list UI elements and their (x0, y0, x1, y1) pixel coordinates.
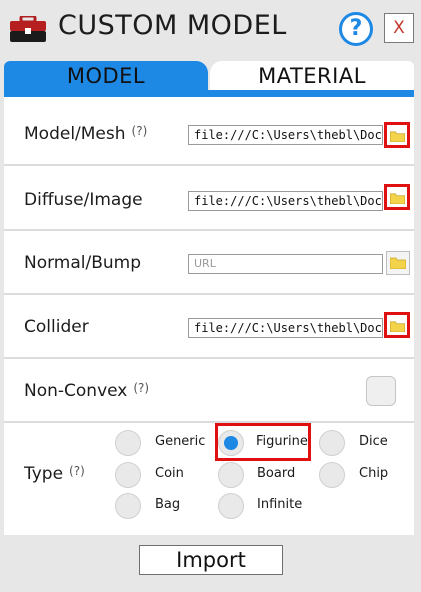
row-diffuse-image: Diffuse/Image file:///C:\Users\thebl\Doc… (4, 166, 414, 231)
tab-model[interactable]: MODEL (4, 61, 208, 91)
type-option-coin-label[interactable]: Coin (155, 466, 184, 481)
normal-bump-label: Normal/Bump (24, 253, 142, 273)
non-convex-label-text: Non-Convex (24, 381, 128, 401)
type-hint[interactable]: (?) (69, 464, 85, 478)
diffuse-image-browse-button[interactable] (384, 184, 410, 210)
type-option-generic-label[interactable]: Generic (155, 434, 205, 449)
row-non-convex: Non-Convex (?) (4, 359, 414, 423)
diffuse-image-label: Diffuse/Image (24, 190, 143, 210)
type-radio-generic[interactable] (115, 430, 141, 456)
row-normal-bump: Normal/Bump URL (4, 231, 414, 295)
model-mesh-url-input[interactable]: file:///C:\Users\thebl\Docum (188, 125, 383, 145)
type-radio-infinite[interactable] (218, 493, 244, 519)
model-mesh-label: Model/Mesh (?) (24, 124, 147, 144)
type-option-board-label[interactable]: Board (257, 466, 295, 481)
collider-url-input[interactable]: file:///C:\Users\thebl\Docum (188, 318, 383, 338)
row-model-mesh: Model/Mesh (?) file:///C:\Users\thebl\Doc… (4, 97, 414, 166)
type-option-chip-label[interactable]: Chip (359, 466, 388, 481)
tab-bar: MODEL MATERIAL (4, 61, 414, 91)
type-radio-chip[interactable] (319, 462, 345, 488)
type-radio-coin[interactable] (115, 462, 141, 488)
type-radio-dice[interactable] (319, 430, 345, 456)
type-label-text: Type (24, 464, 64, 484)
folder-icon (390, 321, 405, 332)
folder-icon (390, 257, 406, 269)
model-mesh-label-text: Model/Mesh (24, 124, 126, 144)
help-button[interactable]: ? (339, 12, 373, 46)
title-bar: CUSTOM MODEL ? X (0, 0, 421, 58)
type-radio-bag[interactable] (115, 493, 141, 519)
non-convex-label: Non-Convex (?) (24, 381, 149, 401)
type-option-bag-label[interactable]: Bag (155, 497, 180, 512)
non-convex-hint[interactable]: (?) (133, 381, 149, 395)
toolbox-icon (10, 16, 46, 42)
type-option-dice-label[interactable]: Dice (359, 434, 388, 449)
model-mesh-hint[interactable]: (?) (132, 124, 148, 138)
close-button[interactable]: X (384, 13, 414, 43)
type-option-figurine-label[interactable]: Figurine (256, 434, 308, 449)
row-type: Type (?) Generic Coin Bag Figurine Board … (4, 423, 414, 535)
import-button[interactable]: Import (139, 545, 283, 575)
type-radio-figurine[interactable] (218, 430, 244, 456)
normal-bump-browse-button[interactable] (386, 251, 410, 275)
type-radio-board[interactable] (218, 462, 244, 488)
tab-material[interactable]: MATERIAL (210, 61, 414, 91)
collider-browse-button[interactable] (384, 312, 410, 338)
non-convex-checkbox[interactable] (366, 376, 396, 406)
row-collider: Collider file:///C:\Users\thebl\Docum (4, 295, 414, 359)
collider-label: Collider (24, 317, 89, 337)
model-mesh-browse-button[interactable] (384, 122, 410, 148)
tab-underline (4, 90, 414, 97)
type-option-infinite-label[interactable]: Infinite (257, 497, 302, 512)
folder-icon (390, 193, 405, 204)
type-label: Type (?) (24, 464, 85, 484)
normal-bump-url-input[interactable]: URL (188, 254, 383, 274)
folder-icon (390, 131, 405, 142)
model-panel: Model/Mesh (?) file:///C:\Users\thebl\Doc… (4, 97, 414, 535)
window-title: CUSTOM MODEL (58, 10, 287, 41)
diffuse-image-url-input[interactable]: file:///C:\Users\thebl\Docum (188, 191, 383, 211)
